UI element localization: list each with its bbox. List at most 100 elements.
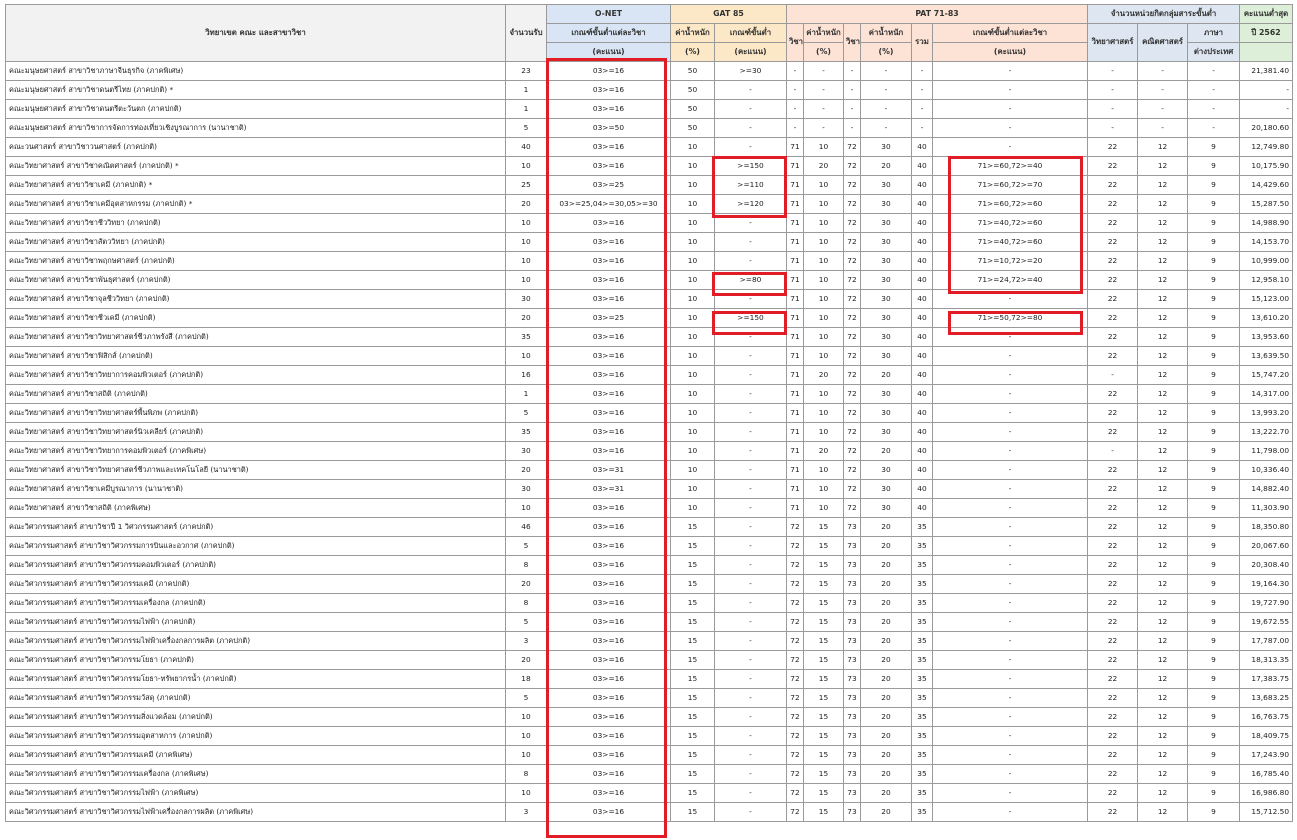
table-row: คณะวิทยาศาสตร์ สาขาวิชาเคมีอุตสาหกรรม (ภ…	[5, 194, 1294, 214]
cell-tot: 35	[911, 536, 933, 556]
cell-s1: -	[786, 61, 804, 81]
cell-sci: -	[1087, 118, 1139, 138]
header-pat-weight-1: ค่าน้ำหนัก	[803, 23, 844, 43]
cell-sci: -	[1087, 80, 1139, 100]
cell-lang: 9	[1187, 688, 1241, 708]
cell-gatw: 15	[670, 593, 715, 613]
cell-gatw: 10	[670, 384, 715, 404]
cell-gatmin: -	[714, 479, 787, 499]
cell-patmin: 71>=10,72>=20	[931, 251, 1089, 271]
cell-w2: 20	[860, 726, 912, 746]
cell-tot: 40	[911, 194, 933, 214]
cell-lang: 9	[1187, 593, 1241, 613]
cell-score: 21,381.40	[1239, 61, 1294, 81]
cell-score: 16,785.40	[1239, 764, 1294, 784]
header-gat-weight: ค่าน้ำหนัก	[670, 23, 715, 43]
cell-s2: 73	[843, 574, 861, 594]
header-credits: จำนวนหน่วยกิตกลุ่มสาระขั้นต่ำ	[1087, 4, 1241, 24]
cell-gatw: 15	[670, 574, 715, 594]
cell-onet: 03>=31	[546, 479, 671, 499]
cell-seats: 5	[505, 403, 547, 423]
cell-w1: 10	[803, 479, 844, 499]
cell-patmin: -	[931, 650, 1089, 670]
cell-score: 18,350.80	[1239, 517, 1294, 537]
cell-score: 17,243.90	[1239, 745, 1294, 765]
cell-seats: 5	[505, 612, 547, 632]
cell-seats: 35	[505, 327, 547, 347]
cell-sci: 22	[1087, 213, 1139, 233]
cell-w2: 30	[860, 403, 912, 423]
cell-w1: 10	[803, 289, 844, 309]
cell-score: 10,175.90	[1239, 156, 1294, 176]
cell-name: คณะวิศวกรรมศาสตร์ สาขาวิชาวิศวกรรมวัสดุ …	[5, 688, 506, 708]
cell-tot: 35	[911, 631, 933, 651]
cell-name: คณะวิศวกรรมศาสตร์ สาขาวิชาวิศวกรรมสิ่งแว…	[5, 707, 506, 727]
cell-w2: 30	[860, 270, 912, 290]
cell-gatmin: -	[714, 669, 787, 689]
cell-gatmin: >=30	[714, 61, 787, 81]
cell-tot: 40	[911, 384, 933, 404]
cell-math: 12	[1137, 498, 1189, 518]
cell-patmin: -	[931, 137, 1089, 157]
cell-gatw: 15	[670, 726, 715, 746]
cell-gatw: 15	[670, 764, 715, 784]
cell-sci: 22	[1087, 574, 1139, 594]
cell-s2: 72	[843, 270, 861, 290]
table-row: คณะมนุษยศาสตร์ สาขาวิชาภาษาจีนธุรกิจ (ภา…	[5, 61, 1294, 81]
cell-gatmin: -	[714, 232, 787, 252]
cell-gatw: 10	[670, 232, 715, 252]
header-pat-weight-unit-2: (%)	[860, 42, 912, 62]
cell-w1: 10	[803, 346, 844, 366]
cell-seats: 10	[505, 270, 547, 290]
cell-seats: 30	[505, 441, 547, 461]
cell-patmin: 71>=24,72>=40	[931, 270, 1089, 290]
cell-score: 15,712.50	[1239, 802, 1294, 822]
cell-score: 11,303.90	[1239, 498, 1294, 518]
cell-score: 14,153.70	[1239, 232, 1294, 252]
cell-lang: 9	[1187, 175, 1241, 195]
cell-tot: 40	[911, 156, 933, 176]
cell-sci: 22	[1087, 498, 1139, 518]
header-program: วิทยาเขต คณะ และสาขาวิชา	[5, 4, 506, 62]
cell-score: 15,747.20	[1239, 365, 1294, 385]
cell-patmin: -	[931, 61, 1089, 81]
cell-onet: 03>=16	[546, 232, 671, 252]
cell-patmin: -	[931, 289, 1089, 309]
cell-gatmin: -	[714, 593, 787, 613]
cell-sci: 22	[1087, 479, 1139, 499]
cell-onet: 03>=16	[546, 99, 671, 119]
table-row: คณะวิทยาศาสตร์ สาขาวิชาชีววิทยา (ภาคปกติ…	[5, 213, 1294, 233]
cell-w2: 30	[860, 213, 912, 233]
cell-name: คณะวิศวกรรมศาสตร์ สาขาวิชาวิศวกรรมการบิน…	[5, 536, 506, 556]
cell-lang: 9	[1187, 707, 1241, 727]
cell-gatmin: -	[714, 80, 787, 100]
cell-sci: 22	[1087, 783, 1139, 803]
cell-gatw: 10	[670, 422, 715, 442]
cell-name: คณะวิศวกรรมศาสตร์ สาขาวิชาวิศวกรรมไฟฟ้าเ…	[5, 631, 506, 651]
header-pat: PAT 71-83	[785, 4, 1089, 24]
cell-score: 10,999.00	[1239, 251, 1294, 271]
cell-gatmin: >=150	[714, 308, 787, 328]
table-row: คณะวิศวกรรมศาสตร์ สาขาวิชาวิศวกรรมอุตสาห…	[5, 726, 1294, 746]
cell-math: 12	[1137, 612, 1189, 632]
cell-seats: 1	[505, 80, 547, 100]
cell-lang: 9	[1187, 517, 1241, 537]
cell-s1: 71	[786, 175, 804, 195]
cell-tot: 40	[911, 403, 933, 423]
cell-gatw: 10	[670, 460, 715, 480]
cell-s2: 73	[843, 517, 861, 537]
cell-gatw: 10	[670, 251, 715, 271]
cell-math: 12	[1137, 479, 1189, 499]
cell-gatw: 15	[670, 612, 715, 632]
cell-score: 19,727.90	[1239, 593, 1294, 613]
cell-w2: 20	[860, 764, 912, 784]
cell-tot: 40	[911, 365, 933, 385]
cell-s1: 72	[786, 802, 804, 822]
cell-s2: 72	[843, 232, 861, 252]
cell-patmin: -	[931, 707, 1089, 727]
cell-seats: 10	[505, 783, 547, 803]
cell-w1: 15	[803, 517, 844, 537]
cell-sci: 22	[1087, 745, 1139, 765]
cell-seats: 10	[505, 707, 547, 727]
cell-lang: 9	[1187, 194, 1241, 214]
